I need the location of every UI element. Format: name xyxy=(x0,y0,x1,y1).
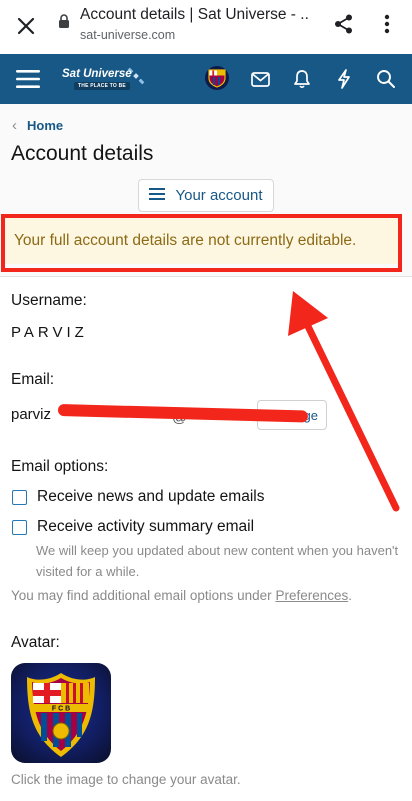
annotation-arrow-icon xyxy=(288,291,400,512)
